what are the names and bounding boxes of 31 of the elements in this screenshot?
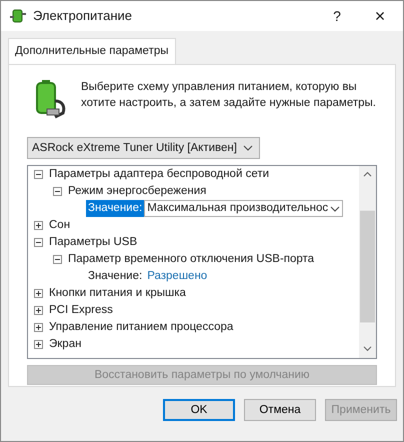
- collapse-icon[interactable]: [53, 187, 62, 196]
- chevron-down-icon: [242, 145, 253, 152]
- collapse-icon[interactable]: [34, 238, 43, 248]
- tab[interactable]: Дополнительные параметры: [8, 38, 176, 66]
- window-title: Электропитание: [33, 7, 133, 26]
- tree-item[interactable]: Управление питанием процессора: [49, 319, 234, 336]
- tree-item[interactable]: Сон: [49, 217, 70, 234]
- expand-icon[interactable]: [34, 340, 43, 350]
- dialog-button[interactable]: OK: [163, 399, 235, 422]
- value-dropdown[interactable]: Максимальная производительнос: [144, 200, 344, 218]
- expand-icon[interactable]: [34, 306, 43, 316]
- tree-item[interactable]: Параметры USB: [49, 234, 138, 252]
- tree-item[interactable]: Параметр временного отключения USB-порта: [68, 251, 314, 268]
- tree-item[interactable]: Режим энергосбережения: [68, 183, 206, 200]
- value-label: Значение:: [86, 200, 144, 218]
- tree-item[interactable]: Экран: [49, 336, 82, 354]
- expand-icon[interactable]: [34, 323, 43, 332]
- expand-icon[interactable]: [34, 289, 43, 298]
- tree-item[interactable]: Кнопки питания и крышка: [49, 285, 186, 302]
- intro-text: Выберите схему управления питанием, которую вы хотите настроить, а затем задайте нужные параметры.: [81, 80, 377, 112]
- scheme-dropdown[interactable]: ASRock eXtreme Tuner Utility [Активен]: [27, 137, 260, 160]
- dialog-button[interactable]: Отмена: [244, 399, 316, 422]
- close-button[interactable]: ×: [357, 2, 403, 30]
- value-link[interactable]: Разрешено: [147, 268, 208, 286]
- tree-item[interactable]: Параметры адаптера беспроводной сети: [49, 166, 270, 184]
- value-label: Значение:: [87, 269, 144, 284]
- collapse-icon[interactable]: [53, 255, 62, 264]
- tree-item[interactable]: PCI Express: [49, 302, 113, 320]
- expand-icon[interactable]: [34, 221, 43, 230]
- help-button[interactable]: ?: [317, 6, 357, 26]
- collapse-icon[interactable]: [34, 170, 43, 180]
